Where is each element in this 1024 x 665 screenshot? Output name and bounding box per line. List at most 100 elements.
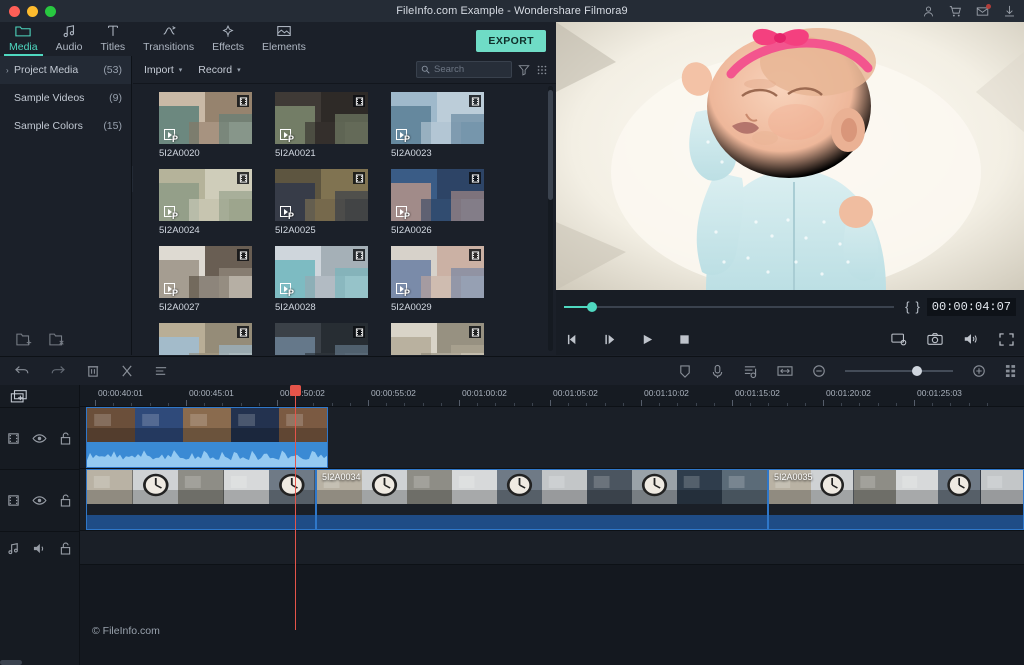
sidebar-item-sample-colors[interactable]: Sample Colors (15) <box>0 112 131 140</box>
media-item[interactable]: P5I2A0029 <box>391 246 484 313</box>
media-item[interactable]: P5I2A0032 <box>391 323 484 355</box>
voiceover-icon[interactable] <box>711 364 724 379</box>
media-thumbnail[interactable]: P <box>391 92 484 144</box>
delete-icon[interactable] <box>86 364 100 378</box>
media-item[interactable]: P5I2A0030 <box>159 323 252 355</box>
timeline-horizontal-scrollbar[interactable] <box>0 660 22 665</box>
filter-icon[interactable] <box>518 64 530 76</box>
timeline-zoom-slider[interactable] <box>845 370 953 372</box>
mail-icon[interactable] <box>976 5 989 18</box>
grid-view-icon[interactable] <box>536 64 548 76</box>
track-video[interactable]: 5I2A00345I2A0035 <box>80 469 1024 531</box>
stop-button[interactable] <box>677 333 692 346</box>
cart-icon[interactable] <box>949 5 962 18</box>
media-scrollbar-thumb[interactable] <box>548 90 553 200</box>
unlock-icon[interactable] <box>52 542 78 555</box>
mixer-icon[interactable] <box>154 364 168 378</box>
crop-icon[interactable] <box>678 364 692 379</box>
media-item[interactable]: P5I2A0028 <box>275 246 368 313</box>
audio-mixer-icon[interactable] <box>743 364 758 379</box>
preview-play-badge[interactable]: P <box>278 204 293 219</box>
playback-scrubber[interactable] <box>564 306 894 308</box>
speaker-icon[interactable] <box>26 542 52 555</box>
tab-elements[interactable]: Elements <box>253 22 315 56</box>
new-folder-icon[interactable] <box>16 332 33 347</box>
preview-play-badge[interactable]: P <box>394 127 409 142</box>
mark-out-button[interactable]: } <box>912 299 922 314</box>
redo-icon[interactable] <box>50 364 66 378</box>
add-track-button[interactable] <box>0 385 79 407</box>
search-box[interactable] <box>416 61 512 78</box>
preview-play-badge[interactable]: P <box>278 281 293 296</box>
fullscreen-icon[interactable] <box>999 333 1014 346</box>
media-item[interactable]: P5I2A0027 <box>159 246 252 313</box>
zoom-slider-knob[interactable] <box>912 366 922 376</box>
render-preview-icon[interactable] <box>1005 364 1016 379</box>
media-thumbnail[interactable]: P <box>391 323 484 355</box>
timeline-ruler[interactable]: 00:00:40:0100:00:45:0100:00:50:0200:00:5… <box>80 385 1024 407</box>
split-icon[interactable] <box>120 364 134 378</box>
track-audio[interactable] <box>80 531 1024 565</box>
media-thumbnail[interactable]: P <box>159 246 252 298</box>
playhead[interactable] <box>295 385 296 630</box>
display-settings-icon[interactable] <box>891 332 907 346</box>
sidebar-item-project-media[interactable]: › Project Media (53) <box>0 56 131 84</box>
volume-icon[interactable] <box>963 332 979 346</box>
timeline-clip[interactable]: 5I2A0035 <box>768 469 1024 530</box>
timeline-clip[interactable] <box>86 469 316 530</box>
media-thumbnail[interactable]: P <box>391 169 484 221</box>
timeline-clip[interactable]: 5I2A0034 <box>316 469 768 530</box>
unlock-icon[interactable] <box>52 494 78 507</box>
media-item[interactable]: P5I2A0023 <box>391 92 484 159</box>
playhead-handle[interactable] <box>290 385 301 396</box>
download-icon[interactable] <box>1003 5 1016 18</box>
timeline-clip[interactable] <box>86 407 328 468</box>
preview-timecode[interactable]: 00:00:04:07 <box>927 298 1016 316</box>
tab-effects[interactable]: Effects <box>203 22 253 56</box>
audio-track-icon[interactable] <box>0 542 26 555</box>
mark-in-button[interactable]: { <box>902 299 912 314</box>
media-item[interactable]: P5I2A0031 <box>275 323 368 355</box>
preview-play-badge[interactable]: P <box>394 204 409 219</box>
prev-frame-button[interactable] <box>566 333 581 346</box>
account-icon[interactable] <box>922 5 935 18</box>
sidebar-item-sample-videos[interactable]: Sample Videos (9) <box>0 84 131 112</box>
search-input[interactable] <box>434 64 507 75</box>
video-preview[interactable] <box>556 22 1024 290</box>
preview-play-badge[interactable]: P <box>162 281 177 296</box>
preview-play-badge[interactable]: P <box>162 204 177 219</box>
preview-play-badge[interactable]: P <box>394 281 409 296</box>
next-frame-button[interactable] <box>603 333 618 346</box>
preview-play-badge[interactable]: P <box>162 127 177 142</box>
tab-media[interactable]: Media <box>0 22 47 56</box>
zoom-out-button[interactable] <box>812 364 826 378</box>
zoom-in-button[interactable] <box>972 364 986 378</box>
import-menu[interactable]: Import ▾ <box>139 62 187 78</box>
media-thumbnail[interactable]: P <box>275 92 368 144</box>
track-video[interactable] <box>80 407 1024 469</box>
export-button[interactable]: EXPORT <box>476 30 546 52</box>
media-item[interactable]: P5I2A0024 <box>159 169 252 236</box>
media-thumbnail[interactable]: P <box>275 246 368 298</box>
media-thumbnail[interactable]: P <box>391 246 484 298</box>
media-item[interactable]: P5I2A0026 <box>391 169 484 236</box>
snapshot-icon[interactable] <box>927 332 943 346</box>
play-button[interactable] <box>640 333 655 346</box>
eye-icon[interactable] <box>26 433 52 444</box>
tab-transitions[interactable]: Transitions <box>134 22 203 56</box>
media-item[interactable]: P5I2A0025 <box>275 169 368 236</box>
tab-audio[interactable]: Audio <box>47 22 92 56</box>
video-track-icon[interactable] <box>0 432 26 445</box>
media-thumbnail[interactable]: P <box>275 169 368 221</box>
video-track-icon[interactable] <box>0 494 26 507</box>
delete-folder-icon[interactable] <box>49 332 66 347</box>
eye-icon[interactable] <box>26 495 52 506</box>
media-item[interactable]: P5I2A0020 <box>159 92 252 159</box>
undo-icon[interactable] <box>14 364 30 378</box>
unlock-icon[interactable] <box>52 432 78 445</box>
tab-titles[interactable]: Titles <box>91 22 134 56</box>
media-item[interactable]: P5I2A0021 <box>275 92 368 159</box>
scrubber-handle[interactable] <box>587 302 597 312</box>
record-menu[interactable]: Record ▾ <box>193 62 245 78</box>
fit-timeline-icon[interactable] <box>777 364 793 378</box>
